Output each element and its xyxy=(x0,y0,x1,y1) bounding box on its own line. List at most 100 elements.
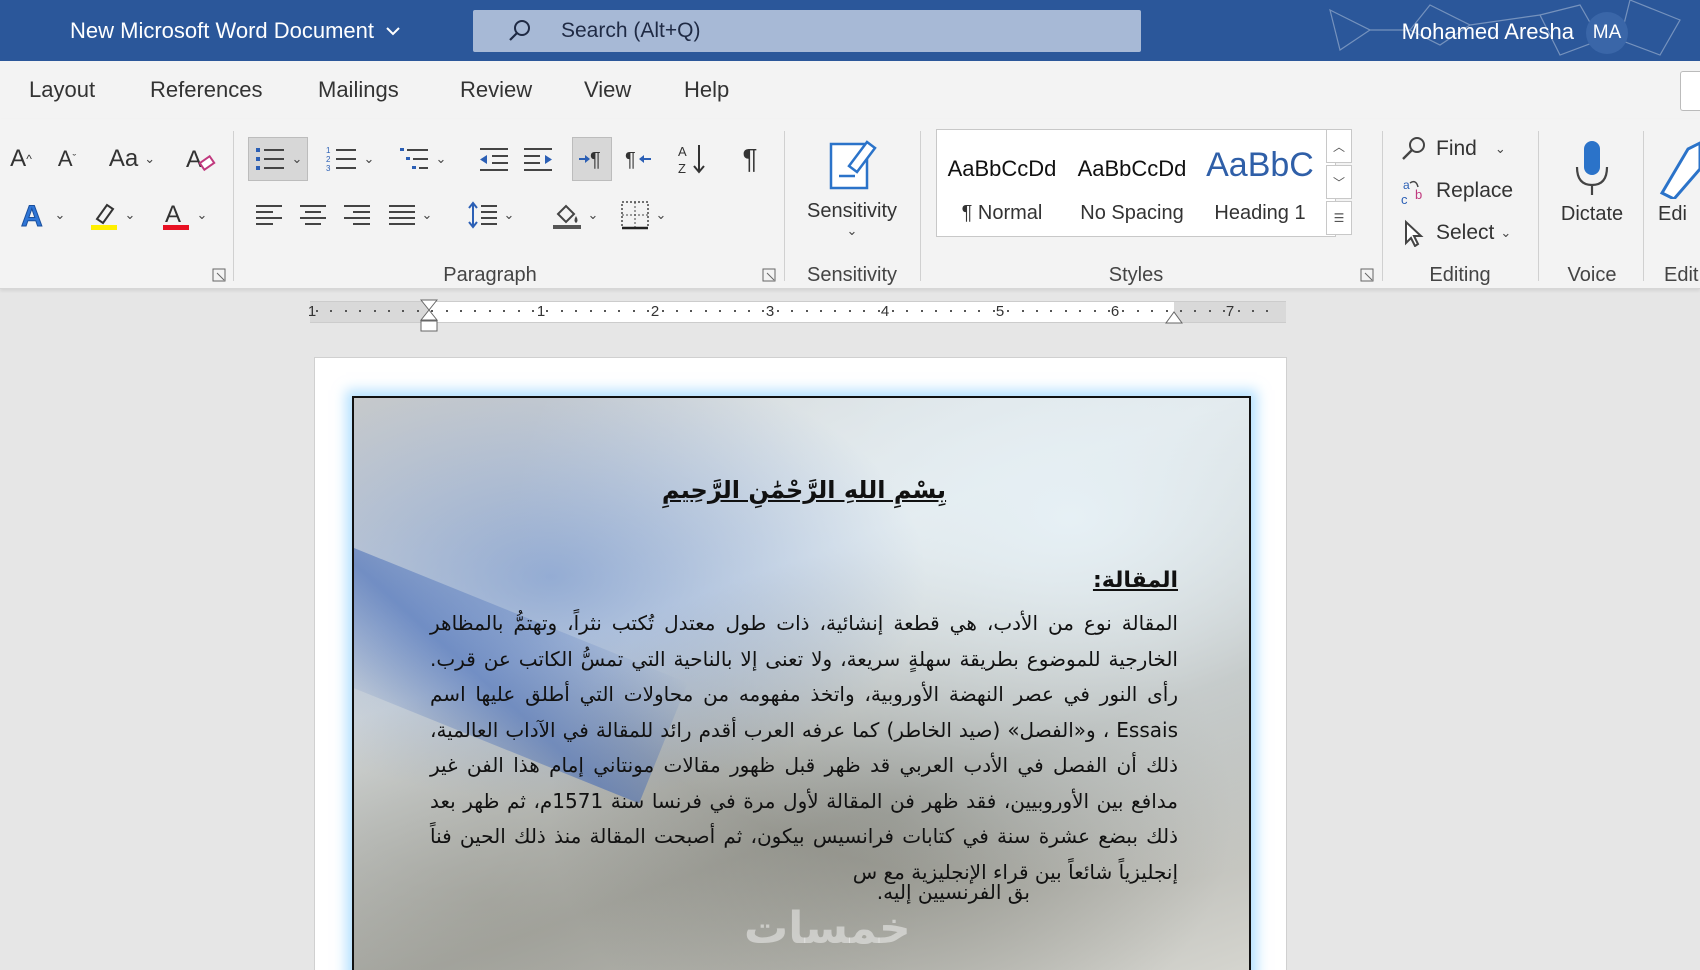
ruler-tick xyxy=(344,310,347,312)
right-to-left-icon[interactable]: ¶ xyxy=(618,137,658,181)
font-dialog-launcher-icon[interactable] xyxy=(212,268,226,282)
left-to-right-icon[interactable]: ¶ xyxy=(572,137,612,181)
user-name[interactable]: Mohamed Aresha xyxy=(1402,19,1574,45)
ruler-tick xyxy=(906,310,909,312)
separator xyxy=(920,131,921,281)
ruler-tick xyxy=(330,310,333,312)
increase-indent-icon[interactable] xyxy=(518,137,558,181)
ruler-tick xyxy=(719,310,722,312)
ruler-tick xyxy=(1237,310,1240,312)
ruler-tick xyxy=(546,310,549,312)
style-normal[interactable]: AaBbCcDd ¶ Normal xyxy=(937,130,1067,236)
ruler-tick xyxy=(1223,310,1226,312)
ruler-tick xyxy=(1151,310,1154,312)
align-center-icon[interactable] xyxy=(294,195,332,235)
ruler-number: 7 xyxy=(1225,303,1235,320)
replace-icon: abc xyxy=(1401,178,1422,205)
show-formatting-icon[interactable]: ¶ xyxy=(730,137,770,181)
tab-help[interactable]: Help xyxy=(684,77,729,103)
align-left-icon[interactable] xyxy=(250,195,288,235)
svg-text:Z: Z xyxy=(678,161,686,175)
separator xyxy=(1382,131,1383,281)
editor-button[interactable]: Edi xyxy=(1658,127,1700,237)
borders-icon[interactable]: ⌄ xyxy=(614,195,672,235)
style-no-spacing[interactable]: AaBbCcDd No Spacing xyxy=(1067,130,1197,236)
change-case-button[interactable]: Aa ⌄ xyxy=(102,139,162,179)
align-right-icon[interactable] xyxy=(338,195,376,235)
sensitivity-icon xyxy=(829,139,877,189)
ribbon-tabs: Layout References Mailings Review View H… xyxy=(0,61,1700,119)
dictate-button[interactable]: Dictate xyxy=(1550,127,1634,237)
bullets-button[interactable]: ⌄ xyxy=(248,137,308,181)
text-effects-icon[interactable]: A ⌄ xyxy=(14,195,70,235)
ruler-tick xyxy=(1050,310,1053,312)
highlight-color-icon[interactable]: ⌄ xyxy=(84,195,140,235)
avatar[interactable]: MA xyxy=(1586,12,1628,54)
ruler-tick xyxy=(1079,310,1082,312)
ruler-tick xyxy=(1036,310,1038,312)
body-paragraph: المقالة نوع من الأدب، هي قطعة إنشائية، ذ… xyxy=(430,611,1178,884)
ruler-tick xyxy=(1122,310,1125,312)
change-case-label: Aa xyxy=(108,145,139,172)
ruler-number: 6 xyxy=(1110,303,1120,320)
ruler-tick xyxy=(704,310,707,312)
numbering-button[interactable]: 1 2 3 ⌄ xyxy=(320,137,380,181)
sensitivity-group-label: Sensitivity xyxy=(806,264,898,286)
ruler-number: 1 xyxy=(536,303,546,320)
ruler-tick xyxy=(935,310,938,312)
svg-text:b: b xyxy=(1415,187,1422,202)
select-button[interactable]: Select ⌄ xyxy=(1400,215,1511,251)
comments-button[interactable] xyxy=(1680,71,1700,111)
ruler-tick xyxy=(892,310,894,312)
styles-scroll-up-button[interactable]: ︿ xyxy=(1326,129,1352,163)
horizontal-ruler[interactable]: 1 1 2 3 4 5 6 7 xyxy=(308,299,1286,332)
ruler-left-margin xyxy=(310,302,428,322)
shrink-font-icon[interactable]: Aˇ xyxy=(50,139,84,179)
find-icon xyxy=(1402,137,1425,160)
sensitivity-button-label: Sensitivity xyxy=(806,199,898,222)
ruler-tick xyxy=(748,310,750,312)
ruler-tick xyxy=(791,310,794,312)
separator xyxy=(233,131,234,281)
ruler-tick xyxy=(690,310,693,312)
find-button[interactable]: Find ⌄ xyxy=(1400,131,1506,167)
indent-marker-icon[interactable] xyxy=(420,299,438,339)
replace-button[interactable]: abc Replace xyxy=(1400,173,1513,209)
svg-text:A: A xyxy=(21,200,43,231)
styles-dialog-launcher-icon[interactable] xyxy=(1360,268,1374,282)
ruler-tick xyxy=(1136,310,1139,312)
font-color-icon[interactable]: A ⌄ xyxy=(156,195,212,235)
ruler-tick xyxy=(402,310,405,312)
multilevel-list-button[interactable]: ⌄ xyxy=(392,137,452,181)
search-box[interactable]: Search (Alt+Q) xyxy=(473,10,1141,52)
decrease-indent-icon[interactable] xyxy=(474,137,514,181)
body-paragraph-end: بق الفرنسيين إليه. xyxy=(876,880,1030,904)
styles-scroll-down-button[interactable]: ﹀ xyxy=(1326,165,1352,199)
clear-formatting-icon[interactable]: A xyxy=(180,139,220,179)
style-heading-1[interactable]: AaBbC Heading 1 xyxy=(1197,130,1323,236)
justify-icon[interactable]: ⌄ xyxy=(382,195,438,235)
ruler-tick xyxy=(1007,310,1010,312)
ruler-tick xyxy=(1021,310,1024,312)
sensitivity-button[interactable]: Sensitivity ⌄ xyxy=(800,127,904,247)
paragraph-dialog-launcher-icon[interactable] xyxy=(762,268,776,282)
style-no-spacing-sample: AaBbCcDd xyxy=(1077,156,1187,181)
ruler-number: 4 xyxy=(880,303,890,320)
style-normal-sample: AaBbCcDd xyxy=(947,156,1057,181)
line-spacing-icon[interactable]: ⌄ xyxy=(462,195,520,235)
dictate-label: Dictate xyxy=(1560,202,1624,225)
grow-font-icon[interactable]: A ^ xyxy=(4,139,38,179)
tab-view[interactable]: View xyxy=(584,77,631,103)
svg-text:¶: ¶ xyxy=(625,149,636,171)
tab-mailings[interactable]: Mailings xyxy=(318,77,399,103)
styles-more-button[interactable]: ☰ xyxy=(1326,201,1352,235)
ruler-tick xyxy=(1108,310,1110,312)
document-title[interactable]: New Microsoft Word Document xyxy=(70,18,402,44)
page-border-frame: بِسْمِ اللهِ الرَّحْمَٰنِ الرَّحِيمِ الم… xyxy=(352,396,1251,970)
tab-review[interactable]: Review xyxy=(460,77,532,103)
ruler-tick xyxy=(676,310,678,312)
sort-icon[interactable]: AZ xyxy=(672,137,712,181)
tab-references[interactable]: References xyxy=(150,77,263,103)
tab-layout[interactable]: Layout xyxy=(29,77,95,103)
shading-icon[interactable]: ⌄ xyxy=(546,195,604,235)
